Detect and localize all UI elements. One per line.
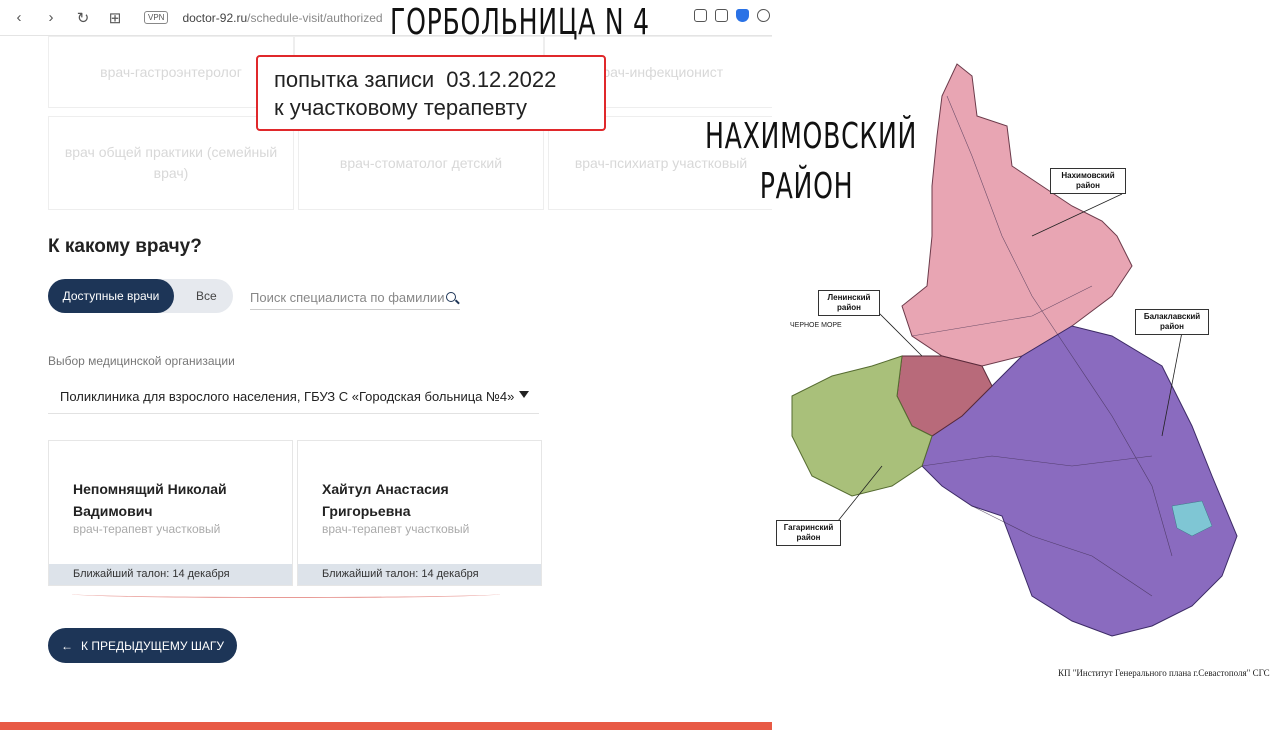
vpn-badge[interactable]: VPN (144, 11, 169, 24)
map-label-gagarin: Гагаринский район (776, 520, 841, 546)
doctor-name: Хайтул Анастасия Григорьевна (322, 481, 449, 519)
map-credit: КП "Институт Генерального плана г.Севаст… (1058, 668, 1270, 678)
page-title: К какому врачу? (48, 236, 202, 257)
back-arrow-icon[interactable]: ‹ (10, 9, 28, 27)
specialty-label: врач общей практики (семейный врач) (64, 144, 278, 181)
specialty-label: врач-стоматолог детский (339, 154, 503, 171)
map-region-nakhimov (901, 63, 1133, 367)
doctor-role: врач-терапевт участковый (73, 522, 221, 536)
previous-step-button[interactable]: ← К ПРЕДЫДУЩЕМУ ШАГУ (48, 628, 237, 663)
nearest-slot: Ближайший талон: 14 декабря (49, 564, 292, 585)
map-label-nakhimov: Нахимовский район (1050, 168, 1126, 194)
browser-actions (694, 9, 770, 22)
map-label-balaklava: Балаклавский район (1135, 309, 1209, 335)
org-selected-value: Поликлиника для взрослого населения, ГБУ… (60, 388, 515, 404)
specialty-label: врач-гастроэнтеролог (100, 63, 242, 80)
district-map (791, 63, 1238, 637)
hospital-title: ГОРБОЛЬНИЦА N 4 (390, 2, 650, 43)
note-line-1: попытка записи (274, 67, 435, 92)
toggle-all[interactable]: Все (196, 289, 217, 303)
map-label-sea: ЧЕРНОЕ МОРЕ (790, 322, 842, 329)
annotation-box: попытка записи 03.12.2022 к участковому т… (256, 55, 606, 131)
heart-icon[interactable] (757, 9, 770, 22)
note-date: 03.12.2022 (446, 67, 557, 92)
doctor-filter-toggle[interactable]: Доступные врачи Все (48, 279, 233, 313)
arrow-left-icon: ← (61, 638, 74, 653)
search-input[interactable]: Поиск специалиста по фамилии (250, 290, 460, 310)
url-text[interactable]: doctor-92.ru/schedule-visit/authorized (182, 11, 382, 25)
dropdown-arrow-icon[interactable] (519, 391, 529, 398)
handdrawn-underline (72, 590, 500, 598)
tabs-grid-icon[interactable]: ⊞ (106, 9, 124, 27)
bottom-accent-bar (0, 722, 772, 730)
specialty-label: врач-инфекционист (594, 63, 724, 80)
previous-step-label: К ПРЕДЫДУЩЕМУ ШАГУ (81, 638, 224, 653)
nearest-slot: Ближайший талон: 14 декабря (298, 564, 541, 585)
shield-icon[interactable] (736, 9, 749, 22)
org-select[interactable]: Поликлиника для взрослого населения, ГБУ… (48, 379, 539, 414)
forward-arrow-icon[interactable]: › (42, 9, 60, 27)
toggle-available[interactable]: Доступные врачи (48, 279, 174, 313)
doctor-name: Непомнящий Николай Вадимович (73, 481, 227, 519)
search-icon[interactable] (446, 292, 456, 302)
doctor-role: врач-терапевт участковый (322, 522, 470, 536)
edit-icon[interactable] (694, 9, 707, 22)
org-label: Выбор медицинской организации (48, 354, 235, 368)
doctor-card[interactable]: Хайтул Анастасия Григорьевна врач-терапе… (297, 440, 542, 586)
reload-icon[interactable]: ↻ (74, 9, 92, 27)
note-line-2: к участковому терапевту (274, 95, 527, 120)
camera-icon[interactable] (715, 9, 728, 22)
doctor-card[interactable]: Непомнящий Николай Вадимович врач-терапе… (48, 440, 293, 586)
address-bar: ‹ › ↻ ⊞ VPN doctor-92.ru/schedule-visit/… (0, 0, 772, 36)
map-label-lenin: Ленинский район (818, 290, 880, 316)
search-placeholder: Поиск специалиста по фамилии (250, 290, 445, 305)
